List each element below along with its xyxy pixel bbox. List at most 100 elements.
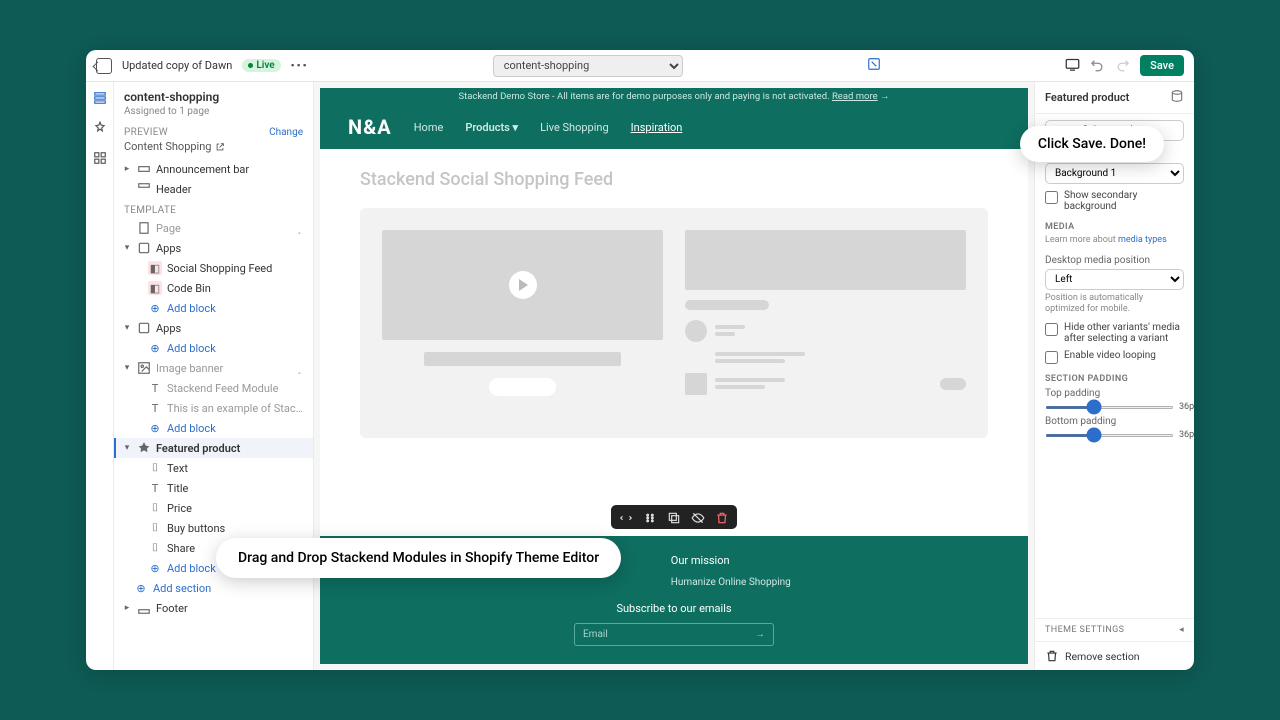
hide-variants-checkbox[interactable]: Hide other variants' media after selecti…	[1045, 322, 1184, 344]
position-hint: Position is automatically optimized for …	[1045, 293, 1184, 316]
tree-code-bin[interactable]: ◧Code Bin	[114, 278, 313, 298]
exit-icon[interactable]	[96, 58, 112, 74]
section-icon	[137, 162, 151, 176]
db-icon[interactable]	[1170, 89, 1184, 106]
add-icon: ⊕	[148, 421, 162, 435]
tree-stackend-module[interactable]: TStackend Feed Module	[114, 378, 313, 398]
tree-title[interactable]: TTitle	[114, 478, 313, 498]
media-heading: MEDIA	[1045, 222, 1184, 232]
tree-page[interactable]: Page⡀	[114, 218, 313, 238]
chevron-left-icon: ◂	[1179, 625, 1184, 635]
redo-icon[interactable]	[1115, 57, 1130, 75]
sections-icon[interactable]	[92, 90, 108, 106]
email-input[interactable]: Email→	[574, 623, 774, 646]
add-icon: ⊕	[148, 301, 162, 315]
theme-settings-row[interactable]: THEME SETTINGS◂	[1035, 618, 1194, 641]
preview-page[interactable]: Content Shopping	[114, 138, 313, 159]
theme-editor-window: Updated copy of Dawn Live ••• content-sh…	[86, 50, 1194, 670]
template-select[interactable]: content-shopping	[493, 55, 683, 77]
tree-text[interactable]: ⌷Text	[114, 458, 313, 478]
nav-inspiration[interactable]: Inspiration	[631, 121, 683, 134]
remove-section[interactable]: Remove section	[1035, 641, 1194, 670]
secondary-bg-checkbox[interactable]: Show secondary background	[1045, 190, 1184, 212]
add-block-1[interactable]: ⊕Add block	[114, 298, 313, 318]
bottom-padding-value: 36px	[1179, 430, 1194, 440]
footer-icon	[137, 601, 151, 615]
tree-apps-1[interactable]: ▾Apps	[114, 238, 313, 258]
editor-body: content-shopping Assigned to 1 page PREV…	[86, 82, 1194, 670]
drag-icon[interactable]	[643, 510, 657, 524]
duplicate-icon[interactable]	[667, 510, 681, 524]
text-icon: T	[148, 401, 162, 415]
tree-social-feed[interactable]: ◧Social Shopping Feed	[114, 258, 313, 278]
feed-title: Stackend Social Shopping Feed	[360, 169, 988, 190]
tree-header[interactable]: Header	[114, 179, 313, 199]
tree-footer[interactable]: ▸Footer	[114, 598, 313, 618]
text-block-icon: ⌷	[148, 461, 162, 475]
change-link[interactable]: Change	[269, 127, 303, 138]
add-icon: ⊕	[148, 561, 162, 575]
add-section[interactable]: ⊕Add section	[114, 578, 313, 598]
media-types-link[interactable]: media types	[1118, 235, 1167, 245]
template-name: content-shopping	[124, 90, 303, 104]
price-icon: ⌷	[148, 501, 162, 515]
bottom-padding-label: Bottom padding	[1045, 416, 1184, 427]
hide-icon[interactable]	[691, 510, 705, 524]
subscribe-label: Subscribe to our emails	[360, 602, 988, 615]
apps-icon[interactable]	[92, 150, 108, 166]
tree-price[interactable]: ⌷Price	[114, 498, 313, 518]
buy-icon: ⌷	[148, 521, 162, 535]
move-icon[interactable]	[619, 510, 633, 524]
hidden-icon[interactable]: ⡀	[297, 222, 305, 235]
page-icon	[137, 221, 151, 235]
video-loop-checkbox[interactable]: Enable video looping	[1045, 350, 1184, 364]
inspector-icon[interactable]	[867, 57, 881, 74]
desktop-view-icon[interactable]	[1065, 57, 1080, 75]
topbar: Updated copy of Dawn Live ••• content-sh…	[86, 50, 1194, 82]
top-padding-label: Top padding	[1045, 388, 1184, 399]
callout-drag: Drag and Drop Stackend Modules in Shopif…	[216, 538, 621, 578]
more-menu-icon[interactable]: •••	[291, 59, 309, 72]
site-header: N&A Home Products ▾ Live Shopping Inspir…	[320, 105, 1028, 149]
top-padding-slider[interactable]	[1045, 406, 1174, 409]
footer-mission: Our mission	[671, 554, 791, 567]
bottom-padding-slider[interactable]	[1045, 434, 1174, 437]
app-icon: ◧	[148, 261, 162, 275]
desktop-pos-label: Desktop media position	[1045, 255, 1184, 266]
text-icon: T	[148, 381, 162, 395]
app-icon: ◧	[148, 281, 162, 295]
top-padding-value: 36px	[1179, 402, 1194, 412]
live-badge: Live	[242, 59, 280, 72]
callout-save: Click Save. Done!	[1020, 126, 1164, 162]
nav-rail	[86, 82, 114, 670]
readmore-link[interactable]: Read more	[832, 91, 878, 102]
undo-icon[interactable]	[1090, 57, 1105, 75]
nav-live[interactable]: Live Shopping	[540, 121, 609, 134]
tree-buy[interactable]: ⌷Buy buttons	[114, 518, 313, 538]
tree-example-text[interactable]: TThis is an example of Stac…	[114, 398, 313, 418]
tree-image-banner[interactable]: ▾Image banner⡀	[114, 358, 313, 378]
section-toolbar[interactable]	[611, 505, 737, 529]
video-placeholder	[382, 230, 663, 340]
hidden-icon[interactable]: ⡀	[297, 362, 305, 375]
tree-apps-2[interactable]: ▾Apps	[114, 318, 313, 338]
nav-products[interactable]: Products ▾	[465, 121, 518, 134]
add-block-2[interactable]: ⊕Add block	[114, 338, 313, 358]
tree-featured-product[interactable]: ▾Featured product	[114, 438, 313, 458]
feed-placeholder	[360, 208, 988, 438]
sections-panel: content-shopping Assigned to 1 page PREV…	[114, 82, 314, 670]
submit-arrow-icon[interactable]: →	[755, 629, 765, 640]
image-icon	[137, 361, 151, 375]
desktop-pos-select[interactable]: Left	[1045, 269, 1184, 290]
color-scheme-select[interactable]: Background 1	[1045, 163, 1184, 184]
topbar-right-icons: Save	[1065, 55, 1184, 76]
save-button[interactable]: Save	[1140, 55, 1184, 76]
preview-label: PREVIEW	[124, 127, 168, 138]
template-subtitle: Assigned to 1 page	[124, 106, 303, 117]
delete-icon[interactable]	[715, 510, 729, 524]
media-hint: Learn more about media types	[1045, 235, 1184, 247]
theme-settings-icon[interactable]	[92, 120, 108, 136]
add-block-3[interactable]: ⊕Add block	[114, 418, 313, 438]
nav-home[interactable]: Home	[414, 121, 444, 134]
tree-announcement[interactable]: ▸Announcement bar	[114, 159, 313, 179]
